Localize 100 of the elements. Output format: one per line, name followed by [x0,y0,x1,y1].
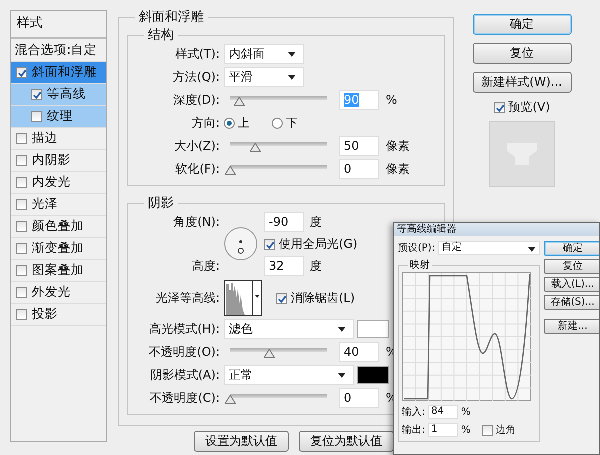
sidebar-item[interactable]: 斜面和浮雕 [11,62,106,84]
field-value: 90 [344,93,360,107]
dropdown[interactable]: 自定 [438,241,540,255]
field-value: 0 [344,162,352,176]
sidebar-item[interactable]: 颜色叠加 [11,216,106,238]
number-field[interactable]: 1 [428,423,458,437]
slider-thumb[interactable] [250,143,262,152]
caret-icon [528,247,536,252]
contour-picker[interactable] [224,280,262,316]
button[interactable]: 新建... [544,319,599,334]
field-label: 预设(P): [398,242,436,255]
checkbox[interactable] [16,265,27,276]
field-value: 50 [344,139,360,153]
color-swatch[interactable] [357,320,389,338]
button[interactable]: 确定 [544,241,599,256]
checkbox[interactable] [494,102,505,113]
button[interactable]: 设置为默认值 [194,431,289,452]
radio-label: 下 [286,114,298,132]
window-title: 等高线编辑器 [394,223,599,236]
unit-label: 度 [310,214,322,230]
sidebar-item[interactable]: 内发光 [11,172,106,194]
field-label: 不透明度(C): [149,390,221,406]
checkbox[interactable] [16,199,27,210]
checkbox[interactable] [16,177,27,188]
sidebar-item[interactable]: 描边 [11,128,106,150]
curve-graph[interactable] [402,272,532,402]
caret-icon [338,327,346,332]
checkbox[interactable] [276,292,287,304]
panel-header: 样式 [11,11,106,39]
unit-label: 度 [310,258,322,274]
field-label: 高度: [190,258,221,274]
unit-label: % [461,424,471,436]
dropdown[interactable]: 平滑 [224,67,304,87]
field-label: 输出: [402,424,426,437]
checkbox[interactable] [264,238,275,250]
slider-thumb[interactable] [234,97,245,106]
number-field[interactable]: 32 [264,256,304,276]
number-field[interactable]: 84 [428,405,458,419]
caret-icon [288,52,296,57]
sidebar-item[interactable]: 纹理 [11,106,106,128]
sidebar-item[interactable]: 渐变叠加 [11,238,106,260]
sidebar-item[interactable]: 光泽 [11,194,106,216]
number-field[interactable]: -90 [264,212,304,232]
caret-icon [288,75,296,80]
button[interactable]: 载入(L)... [544,277,599,292]
field-label: 软化(F): [174,160,221,178]
checkbox[interactable] [16,67,27,78]
radio-button[interactable] [224,118,235,128]
checkbox[interactable] [31,89,42,100]
dropdown[interactable]: 滤色 [224,319,354,339]
button[interactable]: 复位 [544,259,599,274]
button[interactable]: 存储(S)... [544,295,599,310]
dropdown[interactable]: 内斜面 [224,44,304,64]
sidebar-item[interactable]: 外发光 [11,282,106,304]
number-field[interactable]: 0 [339,159,379,179]
radio-label: 上 [238,114,250,132]
field-label: 输入: [402,406,426,419]
field-label: 角度(N): [172,214,221,230]
sidebar-item[interactable]: 等高线 [11,84,106,106]
number-field[interactable]: 40 [339,342,379,362]
checkbox[interactable] [16,243,27,254]
checkbox[interactable] [31,111,42,122]
sidebar-item[interactable]: 内阴影 [11,150,106,172]
field-label: 深度(D): [172,92,221,108]
field-label: 方向: [190,114,221,132]
checkbox[interactable] [16,155,27,166]
sidebar-item[interactable]: 投影 [11,304,106,326]
checkbox-label: 使用全局光(G) [279,236,358,252]
angle-dial[interactable] [224,227,258,261]
field-label: 光泽等高线: [154,290,221,306]
number-field[interactable]: 0 [339,388,379,408]
number-field[interactable]: 50 [339,136,379,156]
field-label: 阴影模式(A): [149,366,221,384]
slider-thumb[interactable] [225,395,236,404]
slider-thumb[interactable] [225,166,236,175]
field-label: 不透明度(O): [148,344,221,360]
field-label: 方法(Q): [172,68,221,86]
unit-label: % [461,406,471,418]
button[interactable]: 复位为默认值 [299,431,394,452]
field-label: 高光模式(H): [148,320,221,338]
section-title: 映射 [409,258,431,272]
checkbox[interactable] [16,309,27,320]
dropdown[interactable]: 正常 [224,365,354,385]
button[interactable]: 新建样式(W)... [472,72,572,93]
unit-label: 像素 [386,160,410,178]
button[interactable]: 复位 [472,43,572,64]
checkbox[interactable] [16,287,27,298]
checkbox-label: 边角 [496,424,516,437]
sidebar-item[interactable]: 图案叠加 [11,260,106,282]
section-title: 结构 [147,27,175,44]
checkbox-label: 消除锯齿(L) [291,290,356,306]
checkbox[interactable] [482,424,493,436]
color-swatch[interactable] [357,366,389,384]
slider-thumb[interactable] [264,349,275,358]
radio-button[interactable] [272,118,283,128]
unit-label: % [386,93,398,107]
checkbox[interactable] [16,133,27,144]
checkbox[interactable] [16,221,27,232]
button[interactable]: 确定 [472,14,572,35]
checkbox-label: 预览(V) [508,99,550,116]
